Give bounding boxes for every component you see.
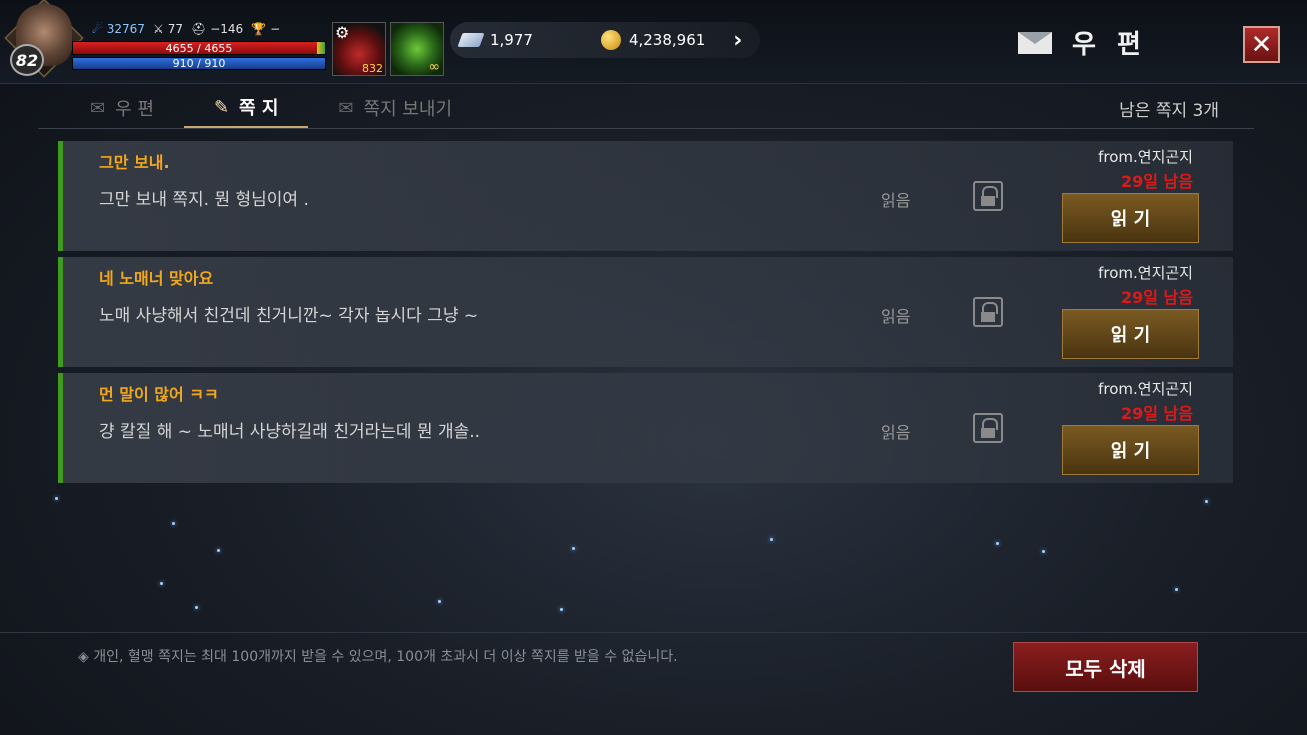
attack-stat: ⚔ 77 — [153, 22, 183, 36]
list-item[interactable]: 그만 보내. 그만 보내 쪽지. 뭔 형님이여 . 읽음 from.연지곤지 2… — [58, 141, 1233, 251]
message-title: 먼 말이 많어 ㅋㅋ — [99, 385, 219, 404]
message-title: 네 노매너 맞아요 — [99, 269, 214, 288]
leaf-count: ∞ — [428, 59, 440, 75]
days-remaining: 29일 남음 — [1121, 404, 1193, 423]
diamond-icon — [457, 33, 485, 47]
currency-panel[interactable]: 1,977 4,238,961 › — [450, 22, 760, 58]
mp-bar: 910 / 910 — [72, 57, 326, 70]
rank-value: − — [270, 22, 281, 36]
combat-power-stat: ☄ 32767 — [92, 22, 145, 36]
days-remaining: 29일 남음 — [1121, 288, 1193, 307]
footer-divider — [0, 632, 1307, 633]
level-badge: 82 — [10, 44, 44, 76]
potion-count: 832 — [362, 62, 383, 75]
close-button[interactable]: ✕ — [1243, 26, 1280, 63]
message-sender: from.연지곤지 — [1098, 264, 1193, 282]
page-title: 우 편 — [1018, 24, 1147, 61]
list-item[interactable]: 네 노매너 맞아요 노매 사냥해서 친건데 친거니깐~ 각자 놉시다 그냥 ~ … — [58, 257, 1233, 367]
message-body: 걍 칼질 해 ~ 노매너 사냥하길래 친거라는데 뭔 개솔.. — [99, 422, 481, 442]
message-sender: from.연지곤지 — [1098, 148, 1193, 166]
tab-notes[interactable]: ✎ 쪽 지 — [183, 88, 309, 128]
tab-mail-label: 우 편 — [115, 99, 154, 120]
potion-slot[interactable]: ⚙ 832 — [332, 22, 386, 76]
remaining-notes-count: 남은 쪽지 3개 — [1119, 101, 1219, 121]
tab-send-note-label: 쪽지 보내기 — [363, 99, 453, 120]
gold-amount: 4,238,961 — [628, 31, 706, 49]
attack-value: 77 — [167, 22, 183, 36]
sword-icon: ⚔ — [152, 22, 164, 36]
read-status: 읽음 — [881, 191, 911, 210]
read-button[interactable]: 읽 기 — [1062, 193, 1199, 243]
diamond-currency: 1,977 — [457, 31, 533, 49]
unlock-icon[interactable] — [973, 413, 1003, 443]
message-sender: from.연지곤지 — [1098, 380, 1193, 398]
helmet-icon: ⛑ — [191, 22, 207, 36]
read-status: 읽음 — [881, 307, 911, 326]
gold-coin-icon — [600, 30, 621, 50]
message-body: 노매 사냥해서 친건데 친거니깐~ 각자 놉시다 그냥 ~ — [99, 306, 479, 326]
read-button[interactable]: 읽 기 — [1062, 425, 1199, 475]
leaf-buff-slot[interactable]: ∞ — [390, 22, 444, 76]
send-mail-icon: ✉ — [338, 97, 354, 119]
flame-icon: ☄ — [92, 22, 103, 36]
note-icon: ✎ — [213, 96, 230, 118]
hp-bar: 4655 / 4655 — [72, 41, 326, 55]
trophy-icon: 🏆 — [251, 22, 267, 36]
top-bar: 82 ☄ 32767 ⚔ 77 ⛑ −146 🏆 − 4655 / 4655 9… — [0, 0, 1307, 84]
read-button[interactable]: 읽 기 — [1062, 309, 1199, 359]
combat-power-value: 32767 — [106, 22, 145, 36]
gold-currency: 4,238,961 — [600, 30, 706, 50]
diamond-amount: 1,977 — [490, 31, 533, 49]
defense-value: −146 — [210, 22, 244, 36]
tab-notes-label: 쪽 지 — [239, 98, 279, 119]
defense-stat: ⛑ −146 — [191, 22, 243, 36]
tab-mail[interactable]: ✉ 우 편 — [60, 88, 184, 128]
page-title-text: 우 편 — [1072, 30, 1147, 60]
rank-stat: 🏆 − — [251, 22, 280, 36]
message-body: 그만 보내 쪽지. 뭔 형님이여 . — [99, 190, 309, 210]
chevron-right-icon[interactable]: › — [733, 28, 742, 53]
tab-send-note[interactable]: ✉ 쪽지 보내기 — [308, 88, 482, 128]
message-list: 그만 보내. 그만 보내 쪽지. 뭔 형님이여 . 읽음 from.연지곤지 2… — [58, 141, 1233, 489]
envelope-icon — [1018, 31, 1052, 54]
tab-divider — [38, 128, 1254, 129]
days-remaining: 29일 남음 — [1121, 172, 1193, 191]
unlock-icon[interactable] — [973, 181, 1003, 211]
read-status: 읽음 — [881, 423, 911, 442]
delete-all-button[interactable]: 모두 삭제 — [1013, 642, 1198, 692]
mail-tabs: ✉ 우 편 ✎ 쪽 지 ✉ 쪽지 보내기 — [60, 88, 482, 128]
unlock-icon[interactable] — [973, 297, 1003, 327]
list-item[interactable]: 먼 말이 많어 ㅋㅋ 걍 칼질 해 ~ 노매너 사냥하길래 친거라는데 뭔 개솔… — [58, 373, 1233, 483]
player-stats: ☄ 32767 ⚔ 77 ⛑ −146 🏆 − — [92, 22, 280, 36]
footer-note: ◈ 개인, 혈맹 쪽지는 최대 100개까지 받을 수 있으며, 100개 초과… — [78, 649, 678, 665]
message-title: 그만 보내. — [99, 153, 170, 172]
scroll-icon: ✉ — [90, 97, 106, 119]
gear-icon: ⚙ — [335, 23, 350, 42]
